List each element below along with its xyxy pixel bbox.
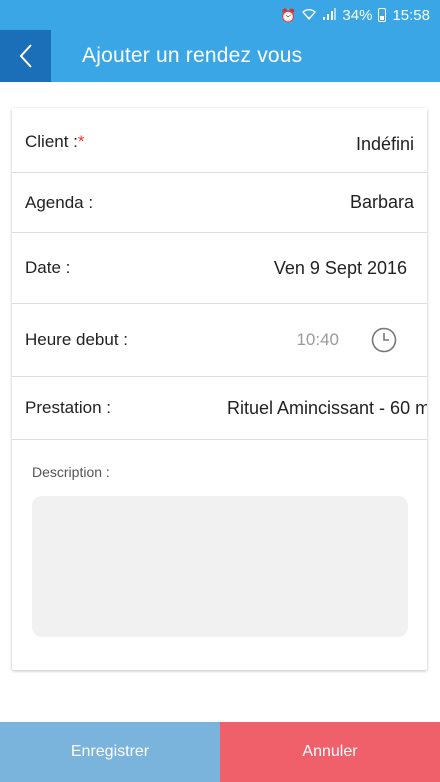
service-label: Prestation : xyxy=(25,398,111,417)
battery-icon xyxy=(378,8,387,22)
agenda-value[interactable]: Barbara xyxy=(350,192,414,213)
cancel-button[interactable]: Annuler xyxy=(220,722,440,782)
start-time-label: Heure debut : xyxy=(25,330,129,349)
appointment-form: Client :* Indéfini Agenda : Barbara Date… xyxy=(12,108,427,670)
description-input[interactable] xyxy=(32,496,408,637)
service-value[interactable]: Rituel Amincissant - 60 min xyxy=(227,398,427,419)
chevron-left-icon xyxy=(19,44,32,68)
alarm-icon: ⏰ xyxy=(280,7,297,23)
date-row[interactable]: Date : Ven 9 Sept 2016 xyxy=(12,233,427,304)
client-label: Client :* xyxy=(25,132,85,151)
start-time-value[interactable]: 10:40 xyxy=(296,330,339,350)
start-time-row[interactable]: Heure debut : 10:40 xyxy=(12,304,427,377)
status-bar: ⏰ 34% 15:58 xyxy=(0,0,440,30)
client-row[interactable]: Client :* Indéfini xyxy=(12,108,427,173)
action-bar: Enregistrer Annuler xyxy=(0,722,440,782)
app-bar: Ajouter un rendez vous xyxy=(0,30,440,82)
status-time: 15:58 xyxy=(392,6,430,24)
service-row[interactable]: Prestation : Rituel Amincissant - 60 min xyxy=(12,377,427,440)
clock-icon[interactable] xyxy=(371,327,397,353)
page-title: Ajouter un rendez vous xyxy=(82,44,303,67)
save-button[interactable]: Enregistrer xyxy=(0,722,220,782)
battery-percent: 34% xyxy=(342,6,373,24)
description-label: Description : xyxy=(32,464,110,480)
signal-icon xyxy=(322,8,337,22)
client-value[interactable]: Indéfini xyxy=(356,134,414,155)
wifi-icon xyxy=(302,8,317,22)
required-mark: * xyxy=(77,132,85,151)
date-label: Date : xyxy=(25,258,71,277)
agenda-row[interactable]: Agenda : Barbara xyxy=(12,173,427,233)
agenda-label: Agenda : xyxy=(25,192,94,212)
date-value[interactable]: Ven 9 Sept 2016 xyxy=(274,258,407,279)
back-button[interactable] xyxy=(0,30,51,82)
